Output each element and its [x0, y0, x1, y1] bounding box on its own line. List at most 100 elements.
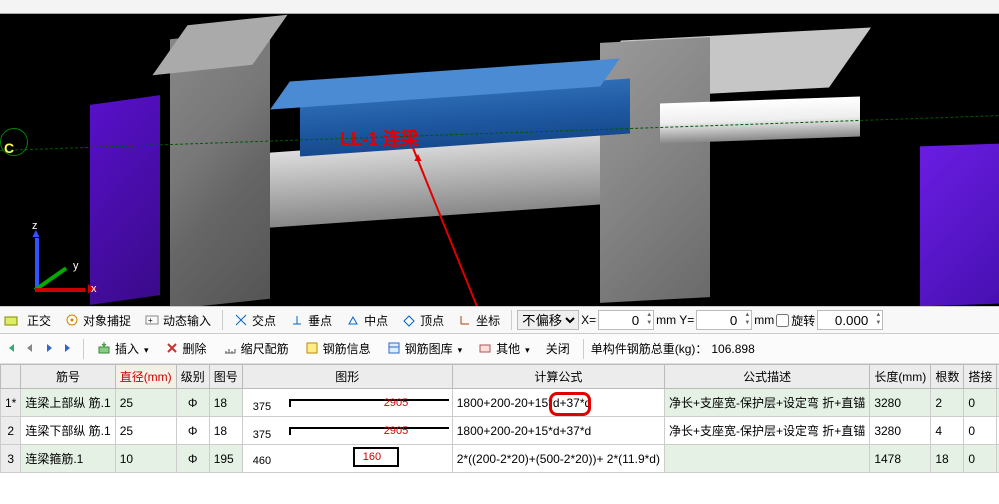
mm-label: mm: [754, 313, 774, 327]
cell-count[interactable]: 2: [931, 389, 964, 417]
cell-desc[interactable]: [664, 445, 869, 473]
col-grade[interactable]: 级别: [176, 365, 209, 389]
wall-segment-right: [920, 144, 999, 306]
status-bar: 正交 对象捕捉 + 动态输入 交点 垂点 中点 顶点 坐标 不偏移 X= mm …: [0, 306, 999, 334]
col-name[interactable]: 筋号: [21, 365, 115, 389]
axis-y-label: y: [73, 260, 79, 272]
delete-icon: [165, 341, 180, 356]
layer-icon[interactable]: [4, 313, 19, 328]
osnap-icon: [65, 313, 80, 328]
table-row[interactable]: 3 连梁箍筋.1 10 Φ 195 460160 2*((200-2*20)+(…: [1, 445, 999, 473]
cell-fig[interactable]: 195: [209, 445, 242, 473]
cell-shape[interactable]: 3752905: [242, 417, 452, 445]
rotate-input[interactable]: [817, 310, 883, 330]
col-formula[interactable]: 计算公式: [452, 365, 664, 389]
cell-count[interactable]: 4: [931, 417, 964, 445]
cell-desc[interactable]: 净长+支座宽-保护层+设定弯 折+直锚: [664, 389, 869, 417]
intersect-icon: [234, 313, 249, 328]
insert-button[interactable]: 插入: [91, 338, 155, 359]
top-ruler: [0, 0, 999, 14]
perp-icon: [290, 313, 305, 328]
rebar-library-button[interactable]: 钢筋图库: [381, 338, 469, 359]
col-length[interactable]: 长度(mm): [870, 365, 931, 389]
osnap-button[interactable]: 对象捕捉: [59, 309, 137, 332]
col-rownum[interactable]: [1, 365, 21, 389]
rebar-table: 筋号 直径(mm) 级别 图号 图形 计算公式 公式描述 长度(mm) 根数 搭…: [0, 364, 999, 473]
coord-icon: [458, 313, 473, 328]
cell-len[interactable]: 3280: [870, 417, 931, 445]
col-count[interactable]: 根数: [931, 365, 964, 389]
nav-last-icon[interactable]: [61, 341, 76, 356]
col-diameter[interactable]: 直径(mm): [115, 365, 176, 389]
axis-x-label: x: [91, 283, 97, 295]
row-index[interactable]: 3: [1, 445, 21, 473]
ortho-button[interactable]: 正交: [21, 309, 57, 332]
delete-button[interactable]: 删除: [159, 338, 213, 359]
perp-button[interactable]: 垂点: [284, 309, 338, 332]
cell-fig[interactable]: 18: [209, 417, 242, 445]
insert-icon: [97, 341, 112, 356]
axis-marker-label: C: [4, 140, 14, 156]
cell-dia[interactable]: 10: [115, 445, 176, 473]
cell-fig[interactable]: 18: [209, 389, 242, 417]
rebar-info-button[interactable]: 钢筋信息: [299, 338, 377, 359]
midpoint-button[interactable]: 中点: [340, 309, 394, 332]
cell-grade[interactable]: Φ: [176, 389, 209, 417]
rebar-table-wrap[interactable]: 筋号 直径(mm) 级别 图号 图形 计算公式 公式描述 长度(mm) 根数 搭…: [0, 364, 999, 504]
vertex-button[interactable]: 顶点: [396, 309, 450, 332]
scale-rebar-button[interactable]: 缩尺配筋: [217, 338, 295, 359]
total-weight-value: 106.898: [711, 342, 754, 356]
cell-dia[interactable]: 25: [115, 389, 176, 417]
intersect-button[interactable]: 交点: [228, 309, 282, 332]
highlight-circle: [549, 392, 591, 416]
midpoint-icon: [346, 313, 361, 328]
cell-lap[interactable]: 0: [964, 389, 997, 417]
cell-len[interactable]: 3280: [870, 389, 931, 417]
y-input[interactable]: [696, 310, 752, 330]
cell-shape[interactable]: 3752905: [242, 389, 452, 417]
cell-formula[interactable]: 1800+200-20+15*d+37*d: [452, 417, 664, 445]
x-label: X=: [581, 313, 596, 327]
wall-right: [600, 37, 710, 303]
cell-grade[interactable]: Φ: [176, 417, 209, 445]
cell-name[interactable]: 连梁箍筋.1: [21, 445, 115, 473]
cell-desc[interactable]: 净长+支座宽-保护层+设定弯 折+直锚: [664, 417, 869, 445]
offset-select[interactable]: 不偏移: [517, 310, 579, 330]
vertex-icon: [402, 313, 417, 328]
col-shape[interactable]: 图形: [242, 365, 452, 389]
rotate-checkbox[interactable]: [776, 314, 789, 327]
cell-count[interactable]: 18: [931, 445, 964, 473]
other-button[interactable]: 其他: [472, 338, 536, 359]
cell-dia[interactable]: 25: [115, 417, 176, 445]
svg-text:+: +: [148, 316, 153, 325]
row-index[interactable]: 1*: [1, 389, 21, 417]
cell-formula[interactable]: 2*((200-2*20)+(500-2*20))+ 2*(11.9*d): [452, 445, 664, 473]
coord-button[interactable]: 坐标: [452, 309, 506, 332]
close-button[interactable]: 关闭: [540, 338, 576, 359]
rotate-label: 旋转: [791, 312, 815, 329]
total-weight-label: 单构件钢筋总重(kg)：: [591, 340, 708, 357]
dyn-icon: +: [145, 313, 160, 328]
table-row[interactable]: 1* 连梁上部纵 筋.1 25 Φ 18 3752905 1800+200-20…: [1, 389, 999, 417]
cell-len[interactable]: 1478: [870, 445, 931, 473]
dyn-input-button[interactable]: + 动态输入: [139, 309, 217, 332]
col-fig[interactable]: 图号: [209, 365, 242, 389]
cell-name[interactable]: 连梁上部纵 筋.1: [21, 389, 115, 417]
cell-shape[interactable]: 460160: [242, 445, 452, 473]
cell-lap[interactable]: 0: [964, 417, 997, 445]
nav-prev-icon[interactable]: [23, 341, 38, 356]
annotation-label: LL-1 连梁: [340, 125, 419, 151]
nav-first-icon[interactable]: [4, 341, 19, 356]
col-desc[interactable]: 公式描述: [664, 365, 869, 389]
cell-lap[interactable]: 0: [964, 445, 997, 473]
viewport-3d[interactable]: C LL-1 连梁 ▲ x y z: [0, 0, 999, 306]
table-row[interactable]: 2 连梁下部纵 筋.1 25 Φ 18 3752905 1800+200-20+…: [1, 417, 999, 445]
x-input[interactable]: [598, 310, 654, 330]
wall-segment-left: [90, 95, 160, 305]
row-index[interactable]: 2: [1, 417, 21, 445]
y-label: mm Y=: [656, 313, 694, 327]
cell-grade[interactable]: Φ: [176, 445, 209, 473]
col-lap[interactable]: 搭接: [964, 365, 997, 389]
nav-next-icon[interactable]: [42, 341, 57, 356]
cell-name[interactable]: 连梁下部纵 筋.1: [21, 417, 115, 445]
